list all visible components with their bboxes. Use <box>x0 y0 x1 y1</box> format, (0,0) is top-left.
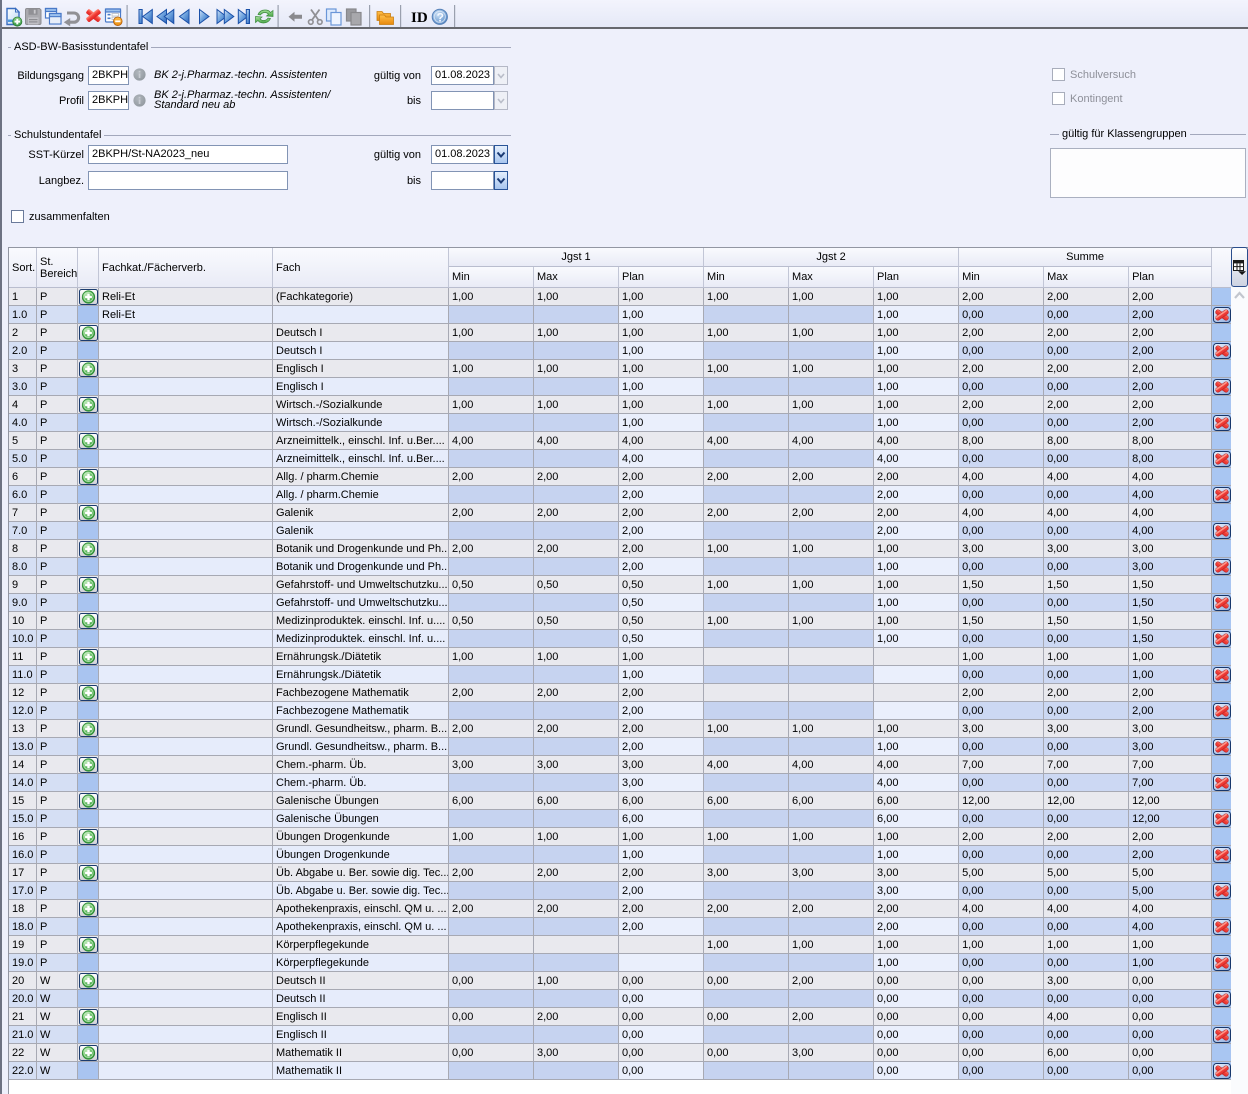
svg-text:?: ? <box>437 10 444 24</box>
svg-text:ID: ID <box>411 10 428 26</box>
